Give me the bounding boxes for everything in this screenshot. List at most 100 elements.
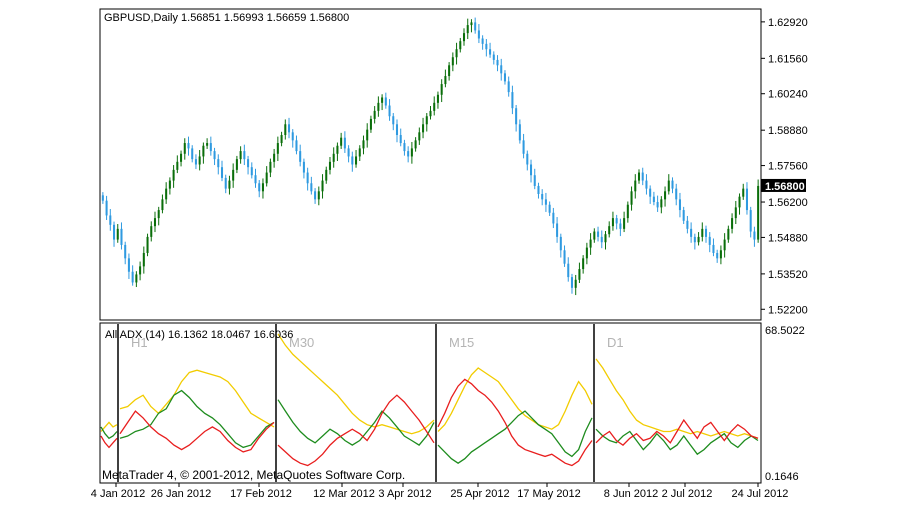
candle-body [206,143,209,146]
price-tick-label: 1.52200 [768,304,808,316]
candle-body [120,228,123,245]
candle-body [142,252,145,267]
candle-body [295,140,298,152]
candle-body [146,236,149,253]
candle-body [194,159,197,165]
candle-body [690,228,693,237]
indicator-header: All ADX (14) 16.1362 18.0467 16.6036 [105,329,293,341]
candle-body [217,159,220,168]
candle-body [314,191,317,200]
candle-body [302,161,305,173]
candle-body [589,239,592,248]
candle-body [600,236,603,243]
candle-body [276,143,279,154]
candle [146,233,149,257]
candle-body [153,218,157,227]
candle-body [124,244,127,259]
candle-body [157,210,160,219]
candle-body [403,143,406,152]
candle-body [503,73,506,82]
candle-body [291,132,294,141]
candle-body [150,226,153,237]
current-price-tag: 1.56800 [761,178,806,193]
candle-body [496,59,499,66]
candle-body [630,191,633,205]
candle-body [500,65,503,74]
candle-body [459,41,462,50]
candle-body [299,151,302,162]
candle-body [209,143,212,152]
candle-body [135,274,138,283]
candle-body [701,228,704,237]
price-axis[interactable]: 1.62920 1.61560 1.60240 1.58880 1.57560 1.562… [761,17,808,316]
candle-body [410,148,413,157]
candle-body [664,191,667,200]
time-tick-label: 2 Jul 2012 [662,488,713,500]
candle-body [678,199,681,211]
candle-body [425,116,428,125]
candle-body [556,223,559,237]
candle-body [578,269,581,280]
price-tick-label: 1.57560 [768,161,808,173]
candle-body [187,143,190,149]
candle-body [180,153,183,162]
price-tick-label: 1.60240 [768,89,808,101]
candle-body [682,210,685,221]
candle-body [492,54,495,60]
candle-body [388,105,391,117]
time-tick-label: 24 Jul 2012 [732,488,789,500]
candle-body [325,169,328,181]
candle-body [716,252,719,259]
candle-body [489,49,492,55]
main-chart-header: GBPUSD,Daily 1.56851 1.56993 1.56659 1.5… [104,12,349,24]
candle-body [228,180,231,189]
price-tick-label: 1.53520 [768,269,808,281]
candle-body [507,81,510,93]
candle-body [436,94,439,103]
candle-body [340,137,343,146]
candle-body [317,191,320,200]
candle-body [265,172,268,184]
time-tick-label: 26 Jan 2012 [151,488,212,500]
price-tick-label: 1.58880 [768,125,808,137]
time-tick-label: 25 Apr 2012 [450,488,509,500]
price-tick-label: 1.62920 [768,17,808,29]
candle-body [548,204,551,213]
candle-body [168,180,171,189]
candle [757,179,760,243]
price-panel[interactable]: GBPUSD,Daily 1.56851 1.56993 1.56659 1.5… [99,8,762,321]
candle-body [280,135,283,144]
candle-body [220,167,224,178]
candle-body [477,30,480,39]
candle-body [660,199,663,208]
candle-body [131,271,134,283]
candle-body [172,169,175,181]
candle-body [440,84,443,95]
candle-body [306,172,309,184]
candle-body [511,92,514,109]
candle-body [559,236,562,251]
candle-body [693,236,696,243]
candle-body [570,277,574,288]
price-tick-label: 1.54880 [768,232,808,244]
candle-body [704,228,708,237]
candle-body [105,200,108,216]
time-axis[interactable]: 4 Jan 2012 26 Jan 2012 17 Feb 2012 12 Mar 2… [91,483,789,500]
candle-body [708,236,711,245]
candle-body [597,231,600,237]
candle-body [261,183,264,192]
candle-body [731,218,734,229]
candle-body [113,224,116,240]
candle-body [604,234,607,243]
indicator-panel[interactable]: H1 M30 M15 D1 All ADX (14) 16.1362 18.0467 … [99,322,762,484]
candle-body [567,263,570,278]
chart-canvas[interactable]: GBPUSD,Daily 1.56851 1.56993 1.56659 1.5… [0,0,900,507]
candle-body [373,110,376,119]
candle-body [347,148,350,157]
candle-body [198,156,201,165]
candle-body [518,124,521,141]
candle-body [574,279,577,288]
mt4-chart-window[interactable]: GBPUSD,Daily 1.56851 1.56993 1.56659 1.5… [0,0,900,507]
candle-body [585,247,588,259]
candle-body [448,65,451,77]
